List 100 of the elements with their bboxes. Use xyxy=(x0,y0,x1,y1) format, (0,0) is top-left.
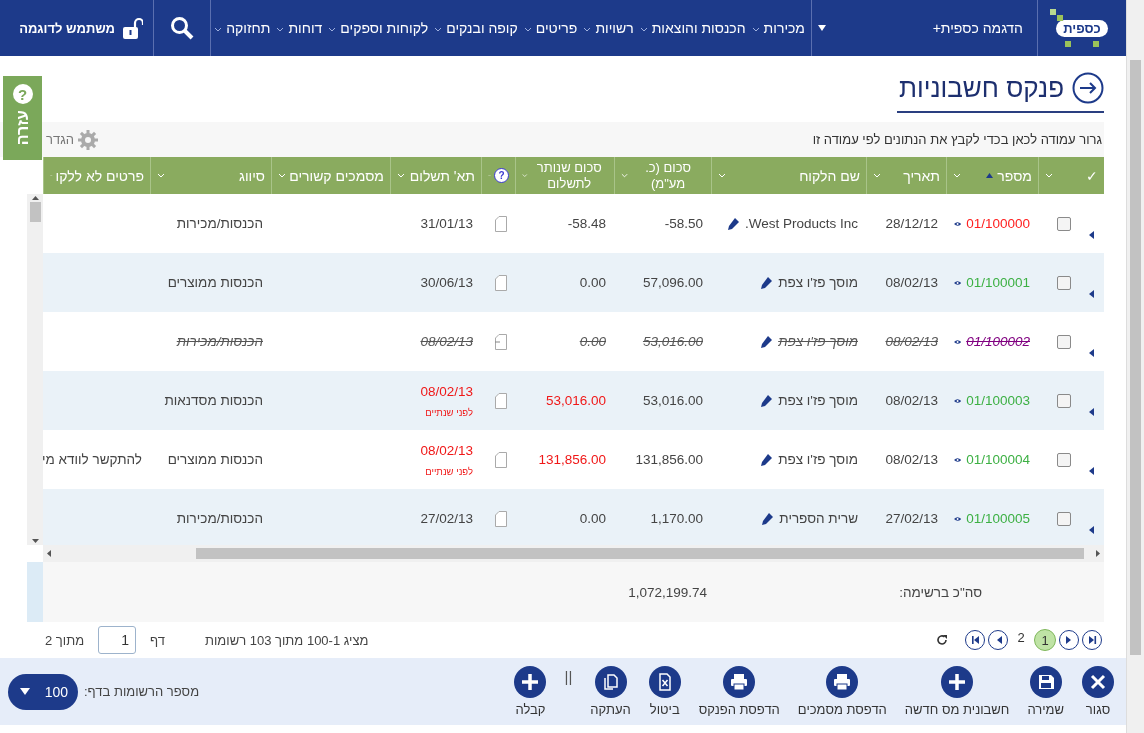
pencil-icon[interactable] xyxy=(759,275,774,290)
checkbox[interactable] xyxy=(1057,393,1071,408)
scrollbar-thumb[interactable] xyxy=(29,202,41,222)
scrollbar-thumb[interactable] xyxy=(1130,60,1141,655)
print-button[interactable]: הדפסת הפנקס xyxy=(698,666,780,717)
settings-link[interactable]: הגדר xyxy=(46,132,74,147)
pencil-icon[interactable] xyxy=(759,334,774,349)
table-cell: 57,096.00 xyxy=(642,275,703,290)
horizontal-scrollbar[interactable] xyxy=(43,545,1104,562)
first-page-button[interactable] xyxy=(965,630,985,650)
scroll-left-icon[interactable] xyxy=(47,550,51,557)
page-size-dropdown[interactable]: 100 xyxy=(8,673,78,710)
print-button[interactable]: הדפסת מסמכים xyxy=(797,666,887,717)
table-cell: להתקשר לוודא מי xyxy=(43,452,142,467)
toolbar-separator: || xyxy=(564,668,573,685)
menu-item[interactable]: הכנסות והוצאות xyxy=(639,20,746,36)
unlocked-lock-icon[interactable] xyxy=(123,17,143,39)
add-button[interactable]: קבלה xyxy=(514,666,547,717)
scrollbar-thumb[interactable] xyxy=(196,548,1084,559)
save-button[interactable]: שמירה xyxy=(1027,666,1064,717)
table-cell: מוסך פז'ו צפת xyxy=(778,334,858,349)
checkbox[interactable] xyxy=(1057,216,1071,231)
pencil-icon[interactable] xyxy=(759,393,774,408)
checkbox[interactable] xyxy=(1057,452,1071,467)
scroll-up-icon[interactable] xyxy=(31,196,39,200)
expand-icon[interactable] xyxy=(1089,467,1094,475)
menu-item[interactable]: דוחות xyxy=(276,20,323,36)
printer-icon xyxy=(723,666,756,698)
table-cell: 131,856.00 xyxy=(538,452,606,467)
table-cell: 1,170.00 xyxy=(650,511,703,526)
checkbox[interactable] xyxy=(1057,511,1071,526)
pencil-icon[interactable] xyxy=(760,511,775,526)
expand-icon[interactable] xyxy=(1089,290,1094,298)
eye-icon[interactable] xyxy=(954,514,962,523)
table-cell: 53,016.00 xyxy=(642,334,703,349)
vertical-scrollbar[interactable] xyxy=(27,194,43,545)
table-cell: מוסך פז'ו צפת xyxy=(778,452,858,467)
eye-icon[interactable] xyxy=(954,455,962,464)
totals-row-marker xyxy=(27,562,43,622)
dropdown-icon[interactable] xyxy=(818,25,826,31)
menu-item[interactable]: מכירות xyxy=(751,20,805,36)
eye-icon[interactable] xyxy=(954,278,962,287)
refresh-icon[interactable] xyxy=(936,634,948,646)
expand-icon[interactable] xyxy=(1089,349,1094,357)
table-cell: הכנסות/מכירות xyxy=(176,334,263,349)
total-value: 1,072,199.74 xyxy=(628,584,707,600)
checkbox[interactable] xyxy=(1057,334,1071,349)
table-cell: -58.48 xyxy=(567,216,606,231)
logo[interactable]: כספית xyxy=(1047,7,1117,49)
expand-icon[interactable] xyxy=(1089,526,1094,534)
table-cell: 08/02/13 xyxy=(420,334,473,349)
page-input[interactable]: 1 xyxy=(98,626,137,654)
menu-item[interactable]: לקוחות וספקים xyxy=(328,20,429,36)
invoice-number[interactable]: 01/100002 xyxy=(966,334,1030,349)
close-icon xyxy=(1082,666,1114,698)
copy-button[interactable]: העתקה xyxy=(590,666,631,717)
scroll-down-icon[interactable] xyxy=(31,539,39,543)
page-number[interactable]: 1 xyxy=(1034,629,1056,651)
page-number[interactable]: 2 xyxy=(1011,626,1031,648)
table-cell: מוסך פז'ו צפת xyxy=(778,275,858,290)
arrow-circle-icon[interactable] xyxy=(1072,72,1104,104)
table-cell: -58.50 xyxy=(664,216,703,231)
table-cell: שרית הספרית xyxy=(779,511,858,526)
expand-icon[interactable] xyxy=(1089,408,1094,416)
previous-page-button[interactable] xyxy=(988,630,1008,650)
next-page-button[interactable] xyxy=(1059,630,1079,650)
user-name[interactable]: משתמש לדוגמה xyxy=(19,20,115,36)
eye-icon[interactable] xyxy=(954,396,962,405)
expand-icon[interactable] xyxy=(1089,231,1094,239)
page-size-label: מספר הרשומות בדף: xyxy=(84,684,200,699)
group-by-hint: גרור עמודה לכאן בכדי לקבץ את הנתונים לפי עמודה זו xyxy=(812,132,1103,147)
last-page-button[interactable] xyxy=(1082,630,1102,650)
menu-item[interactable]: קופה ובנקים xyxy=(434,20,518,36)
help-icon[interactable]: ? xyxy=(494,168,509,183)
table-cell: 53,016.00 xyxy=(642,393,703,408)
menu-item[interactable]: רשויות xyxy=(583,20,634,36)
pencil-icon[interactable] xyxy=(759,452,774,467)
scroll-right-icon[interactable] xyxy=(1096,550,1100,557)
eye-icon[interactable] xyxy=(954,219,962,228)
table-cell: הכנסות מסדנאות xyxy=(164,393,263,408)
page-title: פנקס חשבוניות xyxy=(898,72,1064,104)
sort-ascending-icon[interactable] xyxy=(986,173,994,178)
cancel-button[interactable]: ביטול xyxy=(648,666,681,717)
checkbox[interactable] xyxy=(1057,275,1071,290)
table-cell: הכנסות/מכירות xyxy=(176,511,263,526)
total-label: סה"כ ברשימה: xyxy=(899,584,982,600)
table-cell: 131,856.00 xyxy=(635,452,703,467)
search-icon[interactable] xyxy=(170,16,194,40)
eye-icon[interactable] xyxy=(954,337,962,346)
invoice-number[interactable]: 01/100000 xyxy=(966,216,1030,231)
pencil-icon[interactable] xyxy=(725,216,740,231)
close-button[interactable]: סגור xyxy=(1082,666,1114,717)
company-name[interactable]: הדגמה כספית+ xyxy=(932,20,1023,36)
table-cell: הכנסות ממוצרים xyxy=(167,275,263,290)
menu-item[interactable]: פריטים xyxy=(523,20,578,36)
table-cell: 08/02/13 xyxy=(885,452,938,467)
menu-item[interactable]: תחזוקה xyxy=(214,20,271,36)
table-cell: 08/02/13 xyxy=(420,442,473,458)
skip-arrow-icon xyxy=(970,636,980,644)
add-button[interactable]: חשבונית מס חדשה xyxy=(904,666,1010,717)
